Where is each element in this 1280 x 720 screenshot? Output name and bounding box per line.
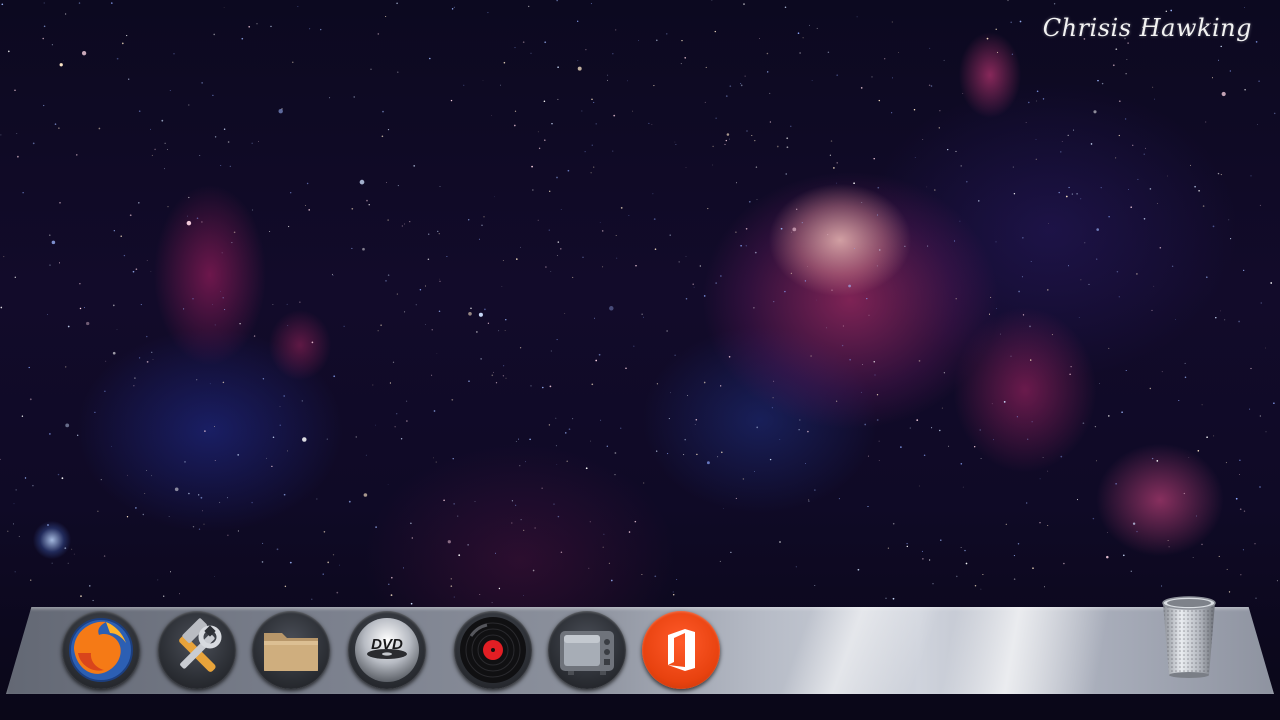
firefox-launcher[interactable] xyxy=(62,611,140,689)
music-record-icon xyxy=(460,617,526,683)
music-player-launcher[interactable] xyxy=(454,611,532,689)
trash-icon xyxy=(1162,596,1216,678)
dvd-icon: DVD xyxy=(355,618,419,682)
dvd-label: DVD xyxy=(371,636,403,653)
dvd-player-launcher[interactable]: DVD xyxy=(348,611,426,689)
file-manager-launcher[interactable] xyxy=(252,611,330,689)
tv-player-launcher[interactable] xyxy=(548,611,626,689)
firefox-icon xyxy=(69,618,133,682)
tools-icon xyxy=(179,618,222,672)
office-icon xyxy=(668,629,695,671)
tv-icon xyxy=(560,631,614,675)
dock: DVD xyxy=(6,596,1274,694)
signature-watermark: Chrisis Hawking xyxy=(1042,14,1252,42)
desktop-background: Chrisis Hawking DVD xyxy=(0,0,1280,720)
office-launcher[interactable] xyxy=(642,611,720,689)
system-settings-launcher[interactable] xyxy=(158,611,236,689)
folder-icon xyxy=(264,633,318,671)
trash-launcher[interactable] xyxy=(1154,589,1224,681)
